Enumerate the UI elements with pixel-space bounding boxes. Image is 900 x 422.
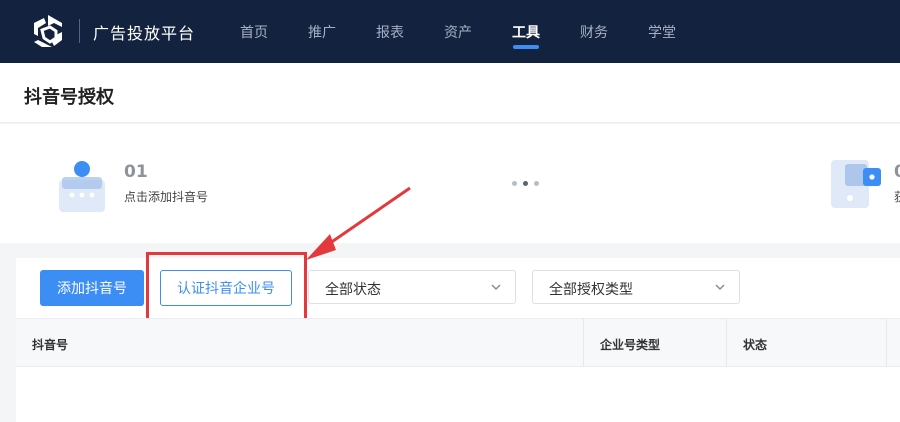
auth-type-filter-value: 全部授权类型 (549, 282, 633, 298)
nav-item-assets[interactable]: 资产 (444, 22, 472, 42)
dot-1 (512, 181, 517, 186)
step-2-desc: 获 (894, 188, 900, 205)
logo-icon[interactable] (32, 14, 64, 48)
column-douyin-id: 抖音号 (32, 338, 69, 352)
nav-item-tools[interactable]: 工具 (512, 22, 540, 42)
step-1-desc: 点击添加抖音号 (124, 190, 209, 204)
step-1-number: 01 (124, 162, 148, 182)
status-filter-value: 全部状态 (325, 282, 381, 298)
card-auth-icon (831, 160, 881, 208)
status-filter-select[interactable]: 全部状态 (308, 270, 516, 304)
chevron-down-icon (491, 284, 501, 290)
nav-item-reports[interactable]: 报表 (376, 22, 404, 42)
nav-item-promotion[interactable]: 推广 (308, 22, 336, 42)
page-header: 抖音号授权 (0, 63, 900, 123)
dot-3 (534, 181, 539, 186)
nav-active-indicator (513, 45, 539, 49)
step-dots (512, 180, 542, 188)
column-divider (886, 319, 887, 367)
user-add-icon (59, 161, 105, 212)
verify-enterprise-button[interactable]: 认证抖音企业号 (160, 270, 292, 306)
chevron-down-icon (715, 284, 725, 290)
page-title: 抖音号授权 (24, 87, 114, 108)
nav-item-academy[interactable]: 学堂 (648, 22, 676, 42)
add-douyin-button[interactable]: 添加抖音号 (40, 270, 144, 306)
column-enterprise-type: 企业号类型 (600, 338, 661, 352)
dot-2 (523, 181, 528, 186)
logo-divider (79, 19, 80, 43)
nav-item-finance[interactable]: 财务 (580, 22, 608, 42)
brand-name: 广告投放平台 (93, 24, 196, 43)
steps-guide: 01 点击添加抖音号 0 获 (0, 124, 900, 243)
nav-item-home[interactable]: 首页 (240, 22, 268, 42)
table-header: 抖音号 企业号类型 状态 (16, 318, 900, 367)
step-2-number: 0 (894, 162, 900, 182)
top-nav: 广告投放平台 首页 推广 报表 资产 工具 财务 学堂 (0, 0, 900, 63)
column-divider (583, 319, 584, 367)
content-card: 添加抖音号 认证抖音企业号 全部状态 全部授权类型 抖音号 企业号类型 状态 (16, 252, 900, 422)
auth-type-filter-select[interactable]: 全部授权类型 (532, 270, 740, 304)
column-divider (726, 319, 727, 367)
column-status: 状态 (743, 338, 768, 352)
